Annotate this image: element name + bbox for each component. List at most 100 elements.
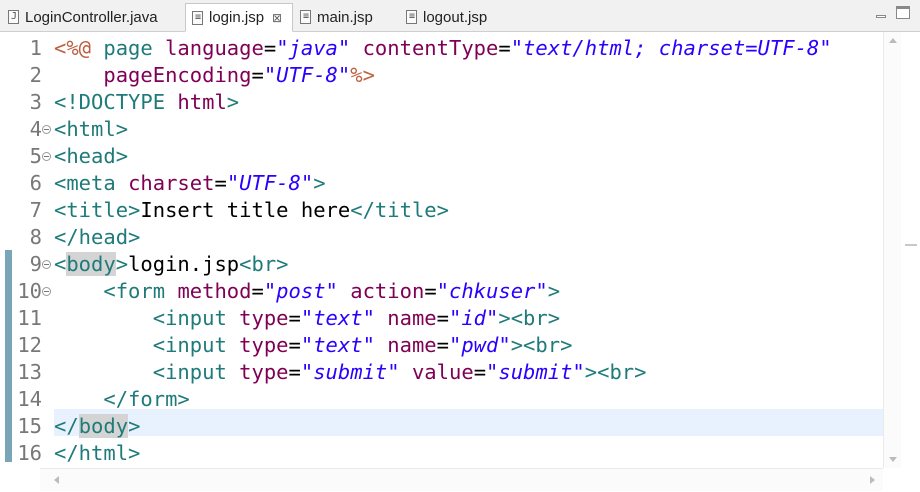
code-token: login.jsp (128, 252, 240, 276)
code-token: = (436, 333, 449, 357)
line-number: 9 (29, 252, 42, 276)
code-token: < (54, 252, 67, 276)
code-token: html (177, 90, 227, 114)
line-number: 2 (29, 63, 42, 87)
change-ruler (0, 32, 14, 492)
code-token: = (473, 360, 487, 384)
code-token: "chkuser" (436, 279, 548, 303)
line-number: 3 (29, 90, 42, 114)
horizontal-scrollbar[interactable] (40, 468, 883, 491)
code-token: </head> (54, 225, 141, 249)
jsp-file-icon: ≡ (406, 10, 417, 24)
close-icon[interactable]: ⊠ (272, 11, 282, 25)
code-token: page (103, 36, 166, 60)
code-token: = (288, 306, 301, 330)
code-token: <input (152, 360, 240, 384)
code-text: <head> (54, 143, 128, 170)
code-token: type (239, 306, 289, 330)
tab-login-jsp[interactable]: ≡ login.jsp ⊠ (185, 3, 293, 32)
code-token: = (498, 36, 511, 60)
code-token: name (387, 306, 437, 330)
code-token: <input (152, 333, 240, 357)
code-text: pageEncoding="UTF-8"%> (54, 62, 375, 89)
code-text: <input type="text" name="id"><br> (54, 305, 560, 332)
code-token: = (424, 279, 437, 303)
code-token: "UTF-8" (226, 171, 314, 195)
line-number: 5 (29, 144, 42, 168)
overview-ruler[interactable] (901, 32, 920, 492)
tab-logout-jsp[interactable]: ≡ logout.jsp (400, 3, 510, 31)
code-token: name (387, 333, 437, 357)
code-text: </head> (54, 224, 140, 251)
code-token: > (128, 414, 141, 438)
code-token: Insert title here (140, 198, 351, 222)
code-text: </form> (54, 386, 190, 413)
code-token: = (288, 333, 301, 357)
code-token: language (165, 36, 264, 60)
line-number: 15 (17, 414, 42, 438)
code-token: body (66, 252, 116, 276)
code-token: ><br> (584, 360, 647, 384)
code-text: <!DOCTYPE html> (54, 89, 239, 116)
tab-main-jsp[interactable]: ≡ main.jsp (294, 3, 394, 31)
scroll-right-icon[interactable] (870, 476, 875, 484)
fold-toggle-icon[interactable] (42, 152, 51, 161)
jsp-file-icon: ≡ (300, 10, 311, 24)
code-token: "post" (263, 279, 338, 303)
code-token: <head> (54, 144, 129, 168)
line-number: 8 (29, 225, 42, 249)
code-text: <body>login.jsp<br> (54, 251, 289, 278)
line-number: 10 (17, 279, 42, 303)
code-token: contentType (362, 36, 499, 60)
code-token: = (288, 360, 301, 384)
fold-toggle-icon[interactable] (42, 260, 51, 269)
code-token: > (226, 90, 240, 114)
tab-logincontroller-java[interactable]: J LoginController.java (2, 3, 184, 31)
code-token: <input (152, 306, 240, 330)
overview-marker (905, 244, 917, 246)
code-token: > (547, 279, 561, 303)
minimize-icon[interactable] (874, 6, 888, 19)
code-editor[interactable]: 1 <%@ page language="java" contentType="t… (0, 32, 920, 492)
code-token: > (115, 252, 129, 276)
code-token: > (313, 171, 326, 195)
code-text: <form method="post" action="chkuser"> (54, 278, 560, 305)
maximize-icon[interactable] (896, 6, 910, 19)
scroll-left-icon[interactable] (54, 476, 59, 484)
scroll-up-icon[interactable] (889, 38, 897, 43)
code-token: pageEncoding (103, 63, 252, 87)
change-marker-bar (5, 250, 12, 462)
vertical-scrollbar[interactable] (883, 32, 901, 468)
code-token: <form (103, 279, 178, 303)
code-token: "text" (300, 306, 375, 330)
line-number: 14 (17, 387, 42, 411)
fold-toggle-icon[interactable] (42, 125, 51, 134)
code-token: type (239, 333, 289, 357)
code-token: action (350, 279, 425, 303)
code-token: %> (350, 63, 375, 87)
code-token: <html> (54, 117, 129, 141)
code-token: <title> (54, 198, 141, 222)
code-token: = (263, 36, 277, 60)
code-token: <br> (239, 252, 289, 276)
code-text: </html> (54, 440, 140, 467)
code-token: </form> (103, 387, 190, 411)
code-token: "pwd" (449, 333, 511, 357)
line-number: 12 (17, 333, 42, 357)
code-token: <!DOCTYPE (54, 90, 178, 114)
line-number: 16 (17, 441, 42, 465)
scroll-down-icon[interactable] (889, 457, 897, 462)
code-token: ><br> (498, 306, 561, 330)
fold-toggle-icon[interactable] (42, 287, 51, 296)
code-text: <%@ page language="java" contentType="te… (54, 35, 832, 62)
line-number: 6 (29, 171, 42, 195)
code-token: type (239, 360, 289, 384)
